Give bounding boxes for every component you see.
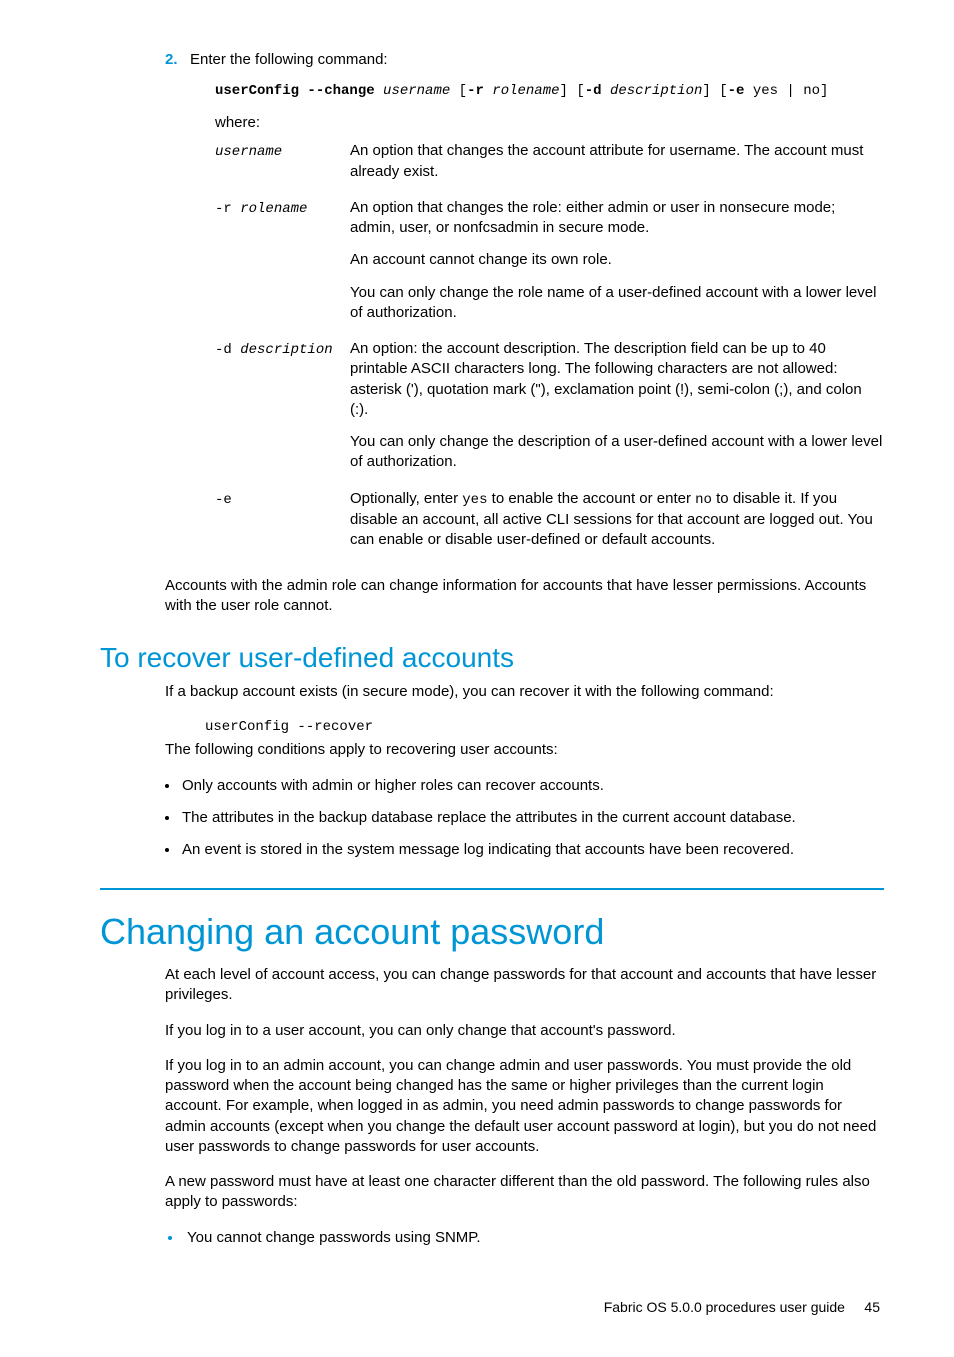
definition-table: username An option that changes the acco…: [215, 141, 884, 562]
desc-e-pre: Optionally, enter: [350, 490, 462, 507]
footer-title: Fabric OS 5.0.0 procedures user guide: [604, 1299, 845, 1315]
command-syntax: userConfig --change username [-r rolenam…: [215, 82, 884, 101]
recover-intro: If a backup account exists (in secure mo…: [165, 682, 884, 702]
bracket-open: [: [576, 83, 584, 99]
cmd-arg-description: description: [610, 83, 702, 99]
cmd-arg-e: yes | no: [753, 83, 820, 99]
desc-rolename-2: An account cannot change its own role.: [350, 250, 884, 270]
changing-bullets: You cannot change passwords using SNMP.: [165, 1228, 884, 1248]
after-table-note: Accounts with the admin role can change …: [165, 576, 884, 617]
bracket-close: ]: [560, 83, 568, 99]
page-footer: Fabric OS 5.0.0 procedures user guide 45: [100, 1298, 884, 1317]
bracket-close: ]: [820, 83, 828, 99]
bracket-open: [: [719, 83, 727, 99]
changing-p1: At each level of account access, you can…: [165, 965, 884, 1006]
desc-username: An option that changes the account attri…: [350, 141, 884, 182]
bracket-close: ]: [702, 83, 710, 99]
term-d-prefix: -d: [215, 342, 240, 358]
cmd-opt-e: -e: [728, 83, 745, 99]
cmd-name: userConfig --change: [215, 83, 375, 99]
code-no: no: [695, 492, 712, 508]
document-page: 2. Enter the following command: userConf…: [0, 0, 954, 1357]
term-r-prefix: -r: [215, 201, 240, 217]
def-row-username: username An option that changes the acco…: [215, 141, 884, 194]
cmd-arg-rolename: rolename: [492, 83, 559, 99]
step-number: 2.: [165, 50, 178, 70]
term-username: username: [215, 144, 282, 160]
desc-rolename-1: An option that changes the role: either …: [350, 198, 884, 239]
recover-bullet-2: The attributes in the backup database re…: [180, 808, 884, 828]
recover-bullet-3: An event is stored in the system message…: [180, 840, 884, 860]
desc-description-1: An option: the account description. The …: [350, 339, 884, 420]
desc-e: Optionally, enter yes to enable the acco…: [350, 489, 884, 550]
cmd-opt-r: -r: [467, 83, 484, 99]
desc-e-mid: to enable the account or enter: [488, 490, 696, 507]
def-row-description: -d description An option: the account de…: [215, 339, 884, 485]
def-row-e: -e Optionally, enter yes to enable the a…: [215, 489, 884, 562]
changing-p2: If you log in to a user account, you can…: [165, 1021, 884, 1041]
heading-recover: To recover user-defined accounts: [100, 639, 884, 677]
bracket-open: [: [459, 83, 467, 99]
step-instruction: Enter the following command:: [190, 50, 884, 70]
term-description: description: [240, 342, 332, 358]
step-block: 2. Enter the following command: userConf…: [100, 50, 884, 562]
desc-description-2: You can only change the description of a…: [350, 432, 884, 473]
cmd-opt-d: -d: [585, 83, 602, 99]
recover-conditions-intro: The following conditions apply to recove…: [165, 740, 884, 760]
code-yes: yes: [462, 492, 487, 508]
footer-page-number: 45: [864, 1299, 880, 1315]
changing-p4: A new password must have at least one ch…: [165, 1172, 884, 1213]
recover-command: userConfig --recover: [205, 718, 884, 737]
term-e: -e: [215, 492, 232, 508]
recover-bullet-1: Only accounts with admin or higher roles…: [180, 776, 884, 796]
where-label: where:: [215, 113, 884, 133]
changing-p3: If you log in to an admin account, you c…: [165, 1056, 884, 1157]
recover-bullets: Only accounts with admin or higher roles…: [180, 776, 884, 861]
desc-rolename-3: You can only change the role name of a u…: [350, 283, 884, 324]
section-divider: [100, 888, 884, 890]
term-rolename: rolename: [240, 201, 307, 217]
cmd-arg-username: username: [383, 83, 450, 99]
def-row-rolename: -r rolename An option that changes the r…: [215, 198, 884, 335]
heading-changing-password: Changing an account password: [100, 908, 884, 957]
changing-bullet-1: You cannot change passwords using SNMP.: [183, 1228, 884, 1248]
